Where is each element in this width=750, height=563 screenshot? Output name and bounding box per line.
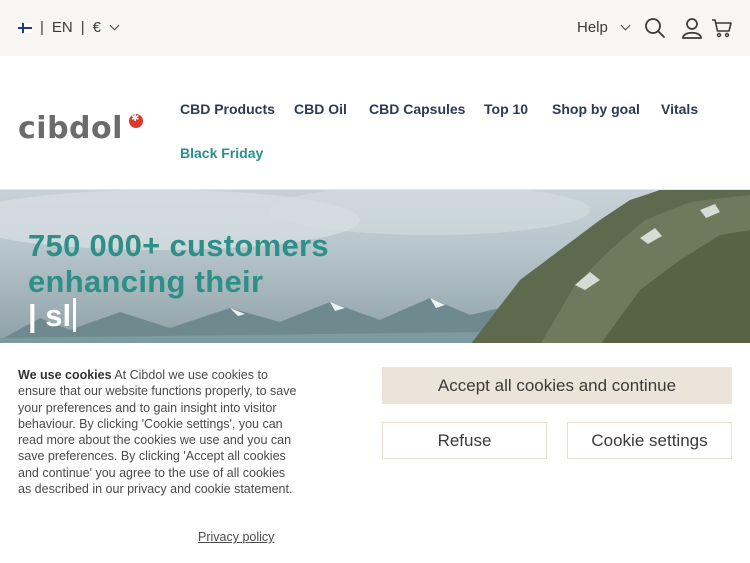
hero-typing-value: | sl (28, 298, 72, 333)
logo[interactable]: cibdol (18, 111, 123, 146)
separator: | (80, 19, 85, 36)
help-menu[interactable]: Help (577, 19, 631, 36)
hero-headline-line-1: 750 000+ customers (28, 228, 329, 263)
nav-item-cbd-products[interactable]: CBD Products (180, 101, 275, 117)
language-label: EN (51, 19, 73, 36)
hero-headline-line-2: enhancing their (28, 264, 264, 299)
chevron-down-icon (109, 20, 120, 31)
hero-typing-text: | sl (28, 298, 77, 334)
top-utility-bar: | EN | € Help (0, 0, 750, 56)
cookie-description: We use cookies At Cibdol we use cookies … (18, 367, 300, 497)
accept-all-cookies-button[interactable]: Accept all cookies and continue (382, 367, 732, 404)
cart-icon[interactable] (710, 16, 734, 40)
separator: | (40, 19, 44, 36)
nav-item-cbd-capsules[interactable]: CBD Capsules (369, 101, 465, 117)
cookie-settings-button[interactable]: Cookie settings (567, 422, 732, 459)
chevron-down-icon (620, 20, 631, 31)
cookie-body: At Cibdol we use cookies to ensure that … (18, 368, 297, 497)
main-navigation: cibdol CBD Products CBD Oil CBD Capsules… (0, 56, 750, 190)
nav-item-black-friday[interactable]: Black Friday (180, 145, 263, 161)
cookie-heading: We use cookies (18, 368, 112, 382)
nav-item-top-10[interactable]: Top 10 (484, 101, 528, 117)
hero-banner: 750 000+ customers enhancing their | sl (0, 190, 750, 345)
text-caret (73, 298, 77, 332)
privacy-policy-link[interactable]: Privacy policy (198, 530, 274, 544)
flag-fi-icon (18, 22, 32, 33)
nav-item-vitals[interactable]: Vitals (661, 101, 698, 117)
nav-item-cbd-oil[interactable]: CBD Oil (294, 101, 347, 117)
nav-item-shop-by-goal[interactable]: Shop by goal (552, 101, 640, 117)
locale-selector[interactable]: | EN | € (18, 19, 120, 36)
currency-label: € (92, 19, 101, 36)
search-icon[interactable] (643, 16, 667, 40)
cookie-consent-banner: We use cookies At Cibdol we use cookies … (0, 343, 750, 563)
logo-mark-icon (129, 113, 143, 128)
refuse-cookies-button[interactable]: Refuse (382, 422, 547, 459)
user-icon[interactable] (680, 16, 704, 40)
help-label: Help (577, 19, 608, 36)
